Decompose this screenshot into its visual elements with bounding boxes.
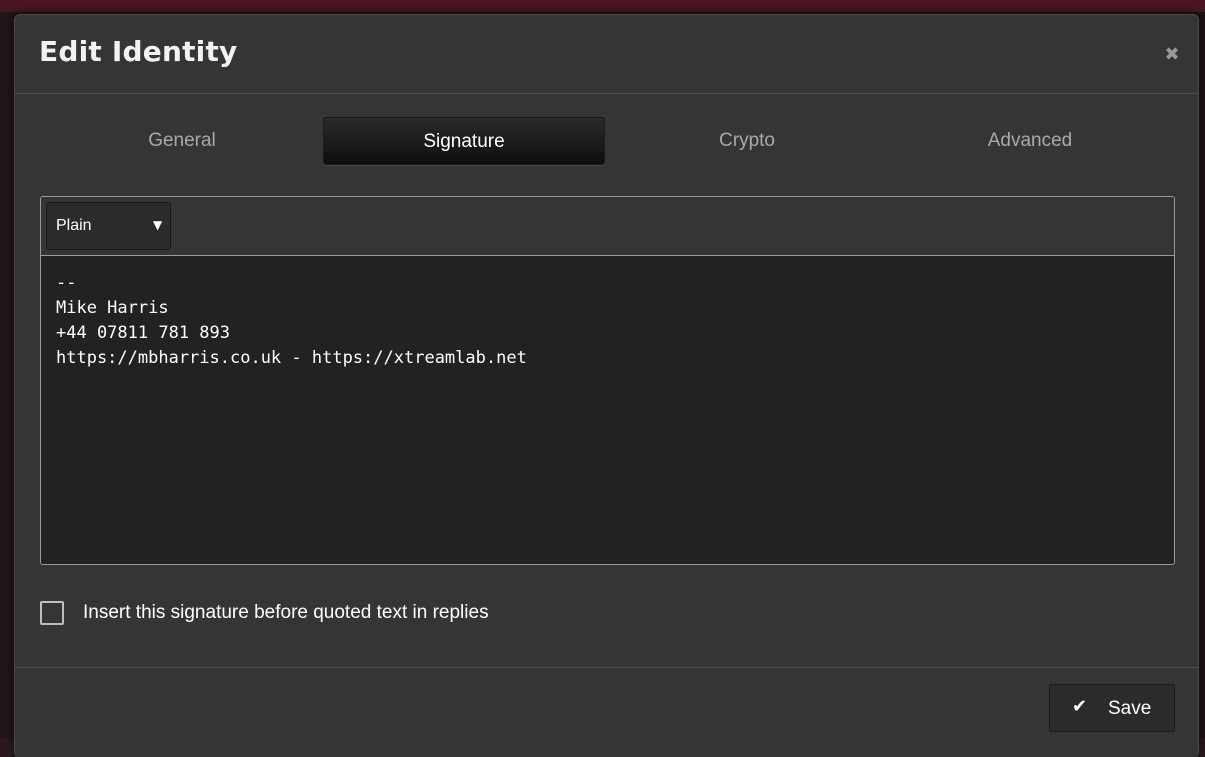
tab-advanced[interactable]: Advanced — [889, 117, 1171, 165]
checkmark-icon: ✔ — [1072, 696, 1088, 717]
save-button-label: Save — [1108, 698, 1152, 719]
caret-down-icon: ▼ — [153, 218, 163, 232]
close-icon[interactable]: ✖ — [1162, 45, 1182, 65]
editor-toolbar: Plain ▼ — [41, 197, 1174, 256]
dialog-footer: ✔ Save — [15, 667, 1198, 757]
tab-signature[interactable]: Signature — [323, 117, 605, 165]
insert-before-quoted-option[interactable]: Insert this signature before quoted text… — [40, 600, 740, 626]
signature-textarea[interactable]: -- Mike Harris +44 07811 781 893 https:/… — [41, 257, 1174, 564]
insert-before-quoted-label: Insert this signature before quoted text… — [83, 602, 489, 623]
dialog-header: Edit Identity ✖ — [15, 15, 1198, 94]
format-select[interactable]: Plain ▼ — [46, 202, 171, 250]
tab-crypto[interactable]: Crypto — [606, 117, 888, 165]
format-select-value: Plain — [56, 217, 92, 234]
tab-general[interactable]: General — [41, 117, 323, 165]
backdrop-top-strip — [0, 0, 1205, 12]
edit-identity-dialog: Edit Identity ✖ General Signature Crypto… — [14, 14, 1199, 757]
insert-before-quoted-checkbox[interactable] — [40, 601, 64, 625]
save-button[interactable]: ✔ Save — [1049, 684, 1175, 732]
identity-tabs: General Signature Crypto Advanced — [41, 117, 1173, 167]
signature-editor: Plain ▼ -- Mike Harris +44 07811 781 893… — [40, 196, 1175, 565]
dialog-title: Edit Identity — [39, 35, 238, 68]
backdrop-left-strip — [0, 12, 14, 738]
